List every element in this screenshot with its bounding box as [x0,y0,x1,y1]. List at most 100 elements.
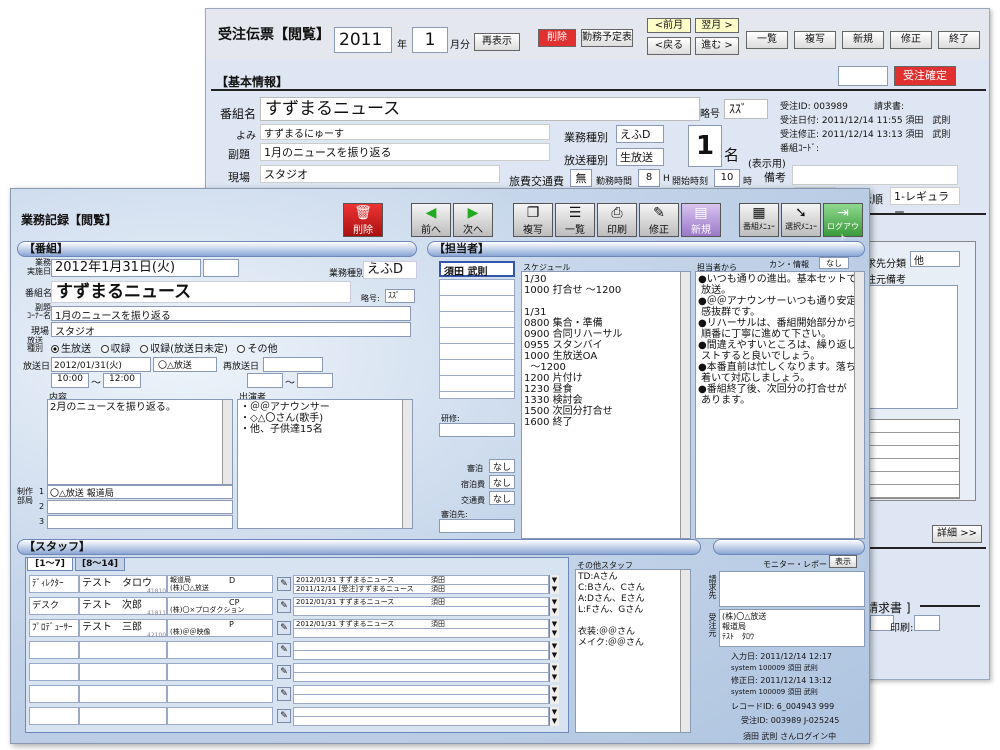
staff-role[interactable]: ﾃﾞｨﾚｸﾀｰ [29,575,79,593]
new-button[interactable]: ▤ 新規 [681,203,721,237]
staff-role[interactable] [29,685,79,703]
site-field[interactable]: スタジオ [260,165,500,183]
staff-name[interactable] [79,641,167,659]
corner-field[interactable]: 1月のニュースを振り返る [51,306,411,322]
reading-field[interactable]: すずまるにゅーす [260,124,550,140]
schedule-field[interactable]: 1/30 1000 打合せ 〜1200 1/31 0800 集合・準備 0900… [521,271,691,539]
radio-recording-undecided[interactable]: 収録(放送日未定) [140,344,228,355]
blank-field[interactable] [838,66,888,86]
lodging-field[interactable] [439,519,515,533]
from-assignee-scrollbar[interactable] [854,272,864,538]
staff-org[interactable]: (株)＠＠映像 [167,619,273,637]
transport-field[interactable]: なし [489,491,515,505]
staff-org[interactable] [167,641,273,659]
staff-org[interactable]: 報道局 (株)〇△放送 [167,575,273,593]
history-line-2[interactable] [293,606,549,616]
program-field[interactable]: すずまるニュース [260,97,700,121]
history-line-2[interactable] [293,628,549,638]
cast-field[interactable]: ・＠＠アナウンサー ・◇△〇さん(歌手) ・他、子供達15名 [237,399,413,529]
back-button[interactable]: <戻る [647,37,691,55]
staff-org[interactable]: (株)〇×プロダクション [167,597,273,615]
bill-to-field[interactable] [719,571,865,607]
dropdown-arrow-icon[interactable]: ▼ [549,694,559,704]
work-hours-field[interactable]: 8 [638,169,660,187]
broadcast-type-field[interactable]: 生放送 [616,148,664,166]
radio-live[interactable]: 生放送 [51,344,91,355]
select-menu-button[interactable]: ➘ 選択ﾒﾆｭｰ [781,203,821,237]
edit-pencil-icon[interactable]: ✎ [277,687,291,701]
staff-name[interactable] [79,707,167,725]
start-time-field[interactable]: 10 [714,169,740,187]
edit-button[interactable]: 修正 [890,31,932,49]
radio-other[interactable]: その他 [237,344,277,355]
stay-cost-field[interactable]: なし [489,475,515,489]
station-field[interactable]: 〇△放送 [153,357,217,372]
abbr-field[interactable]: ｽｽﾞ [724,99,768,119]
staff-role[interactable] [29,641,79,659]
conference-field[interactable]: なし [819,257,849,269]
dropdown-arrow-icon[interactable]: ▼ [549,716,559,726]
duty-schedule-button[interactable]: 勤務予定表 [581,29,633,47]
assignee-list[interactable] [439,279,515,399]
prev-month-button[interactable]: <前月 [647,18,691,33]
history-line-2[interactable] [293,694,549,704]
radio-recording[interactable]: 収録 [100,344,131,355]
billing-table[interactable] [868,419,960,499]
research-field[interactable] [439,423,515,437]
schedule-scrollbar[interactable] [680,272,690,538]
memo-field[interactable] [792,165,958,185]
assignee-field[interactable]: 須田 武則 [439,261,515,278]
staff-role[interactable] [29,663,79,681]
edit-pencil-icon[interactable]: ✎ [277,665,291,679]
tab-8-14[interactable]: [8〜14] [75,557,125,571]
dropdown-arrow-icon[interactable]: ▼ [549,650,559,660]
biz-type-field[interactable]: えふD [363,261,417,279]
tab-1-7[interactable]: [1〜7] [27,557,73,571]
history-line-2[interactable] [293,672,549,682]
detail-button[interactable]: 詳細 >> [932,525,982,543]
biz-type-field[interactable]: えふD [616,125,664,143]
end-button[interactable]: 終了 [938,31,980,49]
edit-pencil-icon[interactable]: ✎ [277,643,291,657]
date-extra-field[interactable] [203,259,239,277]
edit-pencil-icon[interactable]: ✎ [277,709,291,723]
staff-org[interactable] [167,685,273,703]
stay-field[interactable]: なし [489,459,515,473]
air-date-field[interactable]: 2012/01/31(火) [51,357,151,372]
dropdown-arrow-icon[interactable]: ▼ [549,584,559,594]
rebroadcast-time-from-field[interactable] [247,373,283,388]
program-menu-button[interactable]: ▦ 番組ﾒﾆｭｰ [739,203,779,237]
other-staff-scrollbar[interactable] [680,570,690,732]
prev-button[interactable]: ◀ 前へ [411,203,451,237]
redisplay-button[interactable]: 再表示 [474,33,520,51]
history-line-2[interactable] [293,716,549,726]
next-month-button[interactable]: 翌月 > [695,18,739,33]
list-button[interactable]: 一覧 [746,31,788,49]
production-field-1[interactable]: 〇△放送 報道局 [47,485,233,499]
forward-button[interactable]: 進む > [695,37,739,55]
history-line-2[interactable] [293,650,549,660]
month-field[interactable]: 1 [412,27,448,53]
site-field[interactable]: スタジオ [51,322,411,338]
travel-field[interactable]: 無 [570,169,592,187]
list-button[interactable]: ☰ 一覧 [555,203,595,237]
edit-button[interactable]: ✎ 修正 [639,203,679,237]
print-field[interactable] [914,615,940,631]
time-to-field[interactable]: 12:00 [103,373,141,388]
dest-class-field[interactable]: 他 [910,251,960,267]
other-staff-field[interactable]: TD:Aさん C:Bさん、Cさん A:Dさん、Eさん L:Fさん、Gさん 衣装:… [575,569,691,733]
content-scrollbar[interactable] [222,400,232,484]
staff-role[interactable]: ﾌﾟﾛﾃﾞｭｰｻｰ [29,619,79,637]
new-button[interactable]: 新規 [842,31,884,49]
dropdown-arrow-icon[interactable]: ▼ [549,672,559,682]
order-from-field[interactable]: (株)〇△放送 報道局 ﾃｽﾄ ﾀﾛｳ [719,609,865,647]
production-field-2[interactable] [47,500,233,514]
staff-org[interactable] [167,663,273,681]
count-field[interactable]: 1 [688,125,722,167]
year-field[interactable]: 2011 [334,27,392,53]
staff-org[interactable] [167,707,273,725]
date-field[interactable]: 2012年1月31日(火) [51,259,201,277]
display-order-field[interactable]: 1-レギュラー [890,187,960,219]
production-field-3[interactable] [47,515,233,529]
staff-role[interactable] [29,707,79,725]
